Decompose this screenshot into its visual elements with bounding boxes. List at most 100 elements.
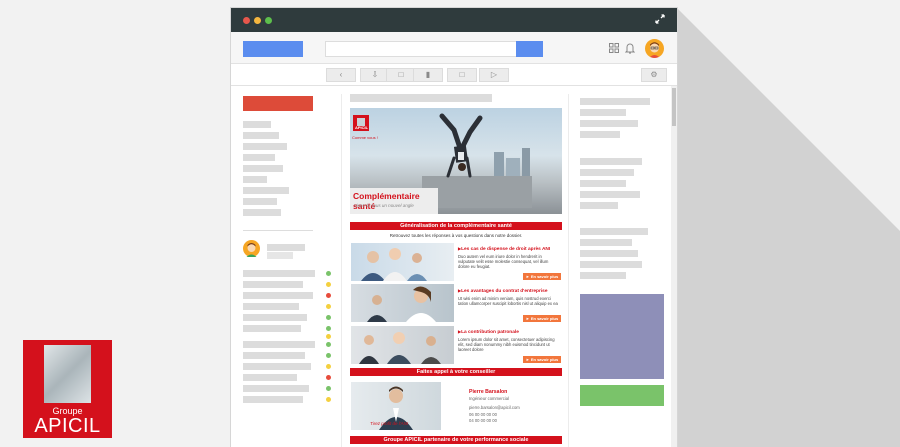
- trash-icon: ▮: [425, 70, 431, 79]
- right-item[interactable]: [580, 202, 618, 209]
- chat-item[interactable]: [243, 385, 309, 392]
- app-header: [231, 32, 677, 64]
- apps-grid-icon[interactable]: [609, 43, 619, 56]
- status-dot: [326, 334, 331, 339]
- chat-item[interactable]: [243, 281, 303, 288]
- label-icon: ▷: [490, 70, 498, 79]
- chat-item[interactable]: [243, 363, 311, 370]
- chat-item[interactable]: [243, 314, 307, 321]
- advisor-email[interactable]: pierre.barsalon@apicil.com: [469, 405, 520, 410]
- status-dot: [326, 397, 331, 402]
- status-dot: [326, 353, 331, 358]
- article-image[interactable]: [351, 326, 454, 364]
- sidebar-item[interactable]: [243, 132, 279, 139]
- article-title[interactable]: Les cas de dispense de droit après ANI: [458, 246, 550, 252]
- right-item[interactable]: [580, 272, 626, 279]
- article-image[interactable]: [351, 284, 454, 322]
- advisor-phone[interactable]: 04 00 00 00 00: [469, 418, 497, 423]
- minimize-dot[interactable]: [254, 17, 261, 24]
- chat-item[interactable]: [243, 325, 301, 332]
- chat-item[interactable]: [243, 396, 303, 403]
- right-item[interactable]: [580, 158, 642, 165]
- folder-icon: □: [459, 70, 465, 79]
- status-dot: [326, 386, 331, 391]
- read-more-button[interactable]: ► En savoir plus: [523, 315, 561, 322]
- sidebar-item[interactable]: [243, 154, 275, 161]
- title-bar: [231, 8, 677, 32]
- right-item[interactable]: [580, 109, 626, 116]
- bell-icon[interactable]: [624, 42, 636, 57]
- hero-photo: [422, 113, 532, 208]
- chat-item[interactable]: [243, 352, 305, 359]
- article-image[interactable]: [351, 243, 454, 281]
- article-text: Lorem ipsum dolor sit amet, consectetuer…: [458, 337, 555, 353]
- chat-item[interactable]: [243, 341, 315, 348]
- chat-item[interactable]: [243, 374, 297, 381]
- status-dot: [326, 315, 331, 320]
- chat-item[interactable]: [243, 292, 313, 299]
- advisor-phone[interactable]: 06 00 00 00 00: [469, 412, 497, 417]
- contact-avatar[interactable]: [243, 240, 260, 257]
- ad-banner-purple[interactable]: [580, 294, 664, 379]
- back-button[interactable]: ‹: [326, 68, 356, 82]
- advisor-caption: Tirez profit de l'ANI: [370, 421, 409, 426]
- label-button[interactable]: ▷: [479, 68, 509, 82]
- sidebar-item[interactable]: [243, 143, 287, 150]
- ad-banner-green[interactable]: [580, 385, 664, 406]
- spam-button[interactable]: □: [386, 68, 416, 82]
- contact-name-placeholder: [267, 244, 305, 251]
- article-text: Duo autem vel eum iriure dolor in hendre…: [458, 254, 549, 270]
- expand-icon[interactable]: [655, 14, 665, 24]
- mail-toolbar: ‹ ⇩ □ ▮ □ ▷ ⚙: [231, 64, 677, 86]
- move-button[interactable]: □: [447, 68, 477, 82]
- hero-tagline: Comme vous !: [352, 135, 378, 140]
- sidebar-item[interactable]: [243, 176, 267, 183]
- status-dot: [326, 375, 331, 380]
- section-heading: Faites appel à votre conseiller: [350, 368, 562, 376]
- status-dot: [326, 293, 331, 298]
- scrollbar-thumb[interactable]: [672, 88, 676, 126]
- read-more-button[interactable]: ► En savoir plus: [523, 356, 561, 363]
- hero-logo-text: APICIL: [355, 125, 369, 130]
- chat-item[interactable]: [243, 270, 315, 277]
- sidebar-item[interactable]: [243, 165, 283, 172]
- search-button[interactable]: [516, 41, 543, 57]
- right-item[interactable]: [580, 261, 642, 268]
- logo-text-apicil: APICIL: [34, 415, 101, 437]
- right-item[interactable]: [580, 98, 650, 105]
- compose-button[interactable]: [243, 96, 313, 111]
- sidebar-divider: [243, 230, 313, 231]
- right-item[interactable]: [580, 180, 626, 187]
- user-avatar[interactable]: [645, 39, 664, 58]
- right-item[interactable]: [580, 250, 638, 257]
- article-title[interactable]: La contribution patronale: [458, 329, 519, 335]
- read-more-label: En savoir plus: [530, 274, 559, 279]
- status-dot: [326, 282, 331, 287]
- right-item[interactable]: [580, 239, 632, 246]
- status-dot: [326, 304, 331, 309]
- section-heading: Groupe APICIL partenaire de votre perfor…: [350, 436, 562, 444]
- delete-button[interactable]: ▮: [413, 68, 443, 82]
- right-item[interactable]: [580, 131, 620, 138]
- scrollbar-track[interactable]: [671, 86, 677, 447]
- status-dot: [326, 271, 331, 276]
- sidebar-item[interactable]: [243, 187, 289, 194]
- app-logo-button[interactable]: [243, 41, 303, 57]
- sidebar-item[interactable]: [243, 209, 281, 216]
- right-item[interactable]: [580, 228, 648, 235]
- read-more-button[interactable]: ► En savoir plus: [523, 273, 561, 280]
- back-icon: ‹: [339, 70, 343, 79]
- settings-button[interactable]: ⚙: [641, 68, 667, 82]
- close-dot[interactable]: [243, 17, 250, 24]
- article-title[interactable]: Les avantages du contrat d'entreprise: [458, 288, 547, 294]
- sidebar-item[interactable]: [243, 198, 277, 205]
- right-item[interactable]: [580, 169, 634, 176]
- section-heading: Généralisation de la complémentaire sant…: [350, 222, 562, 230]
- maximize-dot[interactable]: [265, 17, 272, 24]
- sidebar-item[interactable]: [243, 121, 271, 128]
- right-item[interactable]: [580, 191, 640, 198]
- right-item[interactable]: [580, 120, 638, 127]
- search-input[interactable]: [325, 41, 517, 57]
- status-dot: [326, 326, 331, 331]
- chat-item[interactable]: [243, 303, 299, 310]
